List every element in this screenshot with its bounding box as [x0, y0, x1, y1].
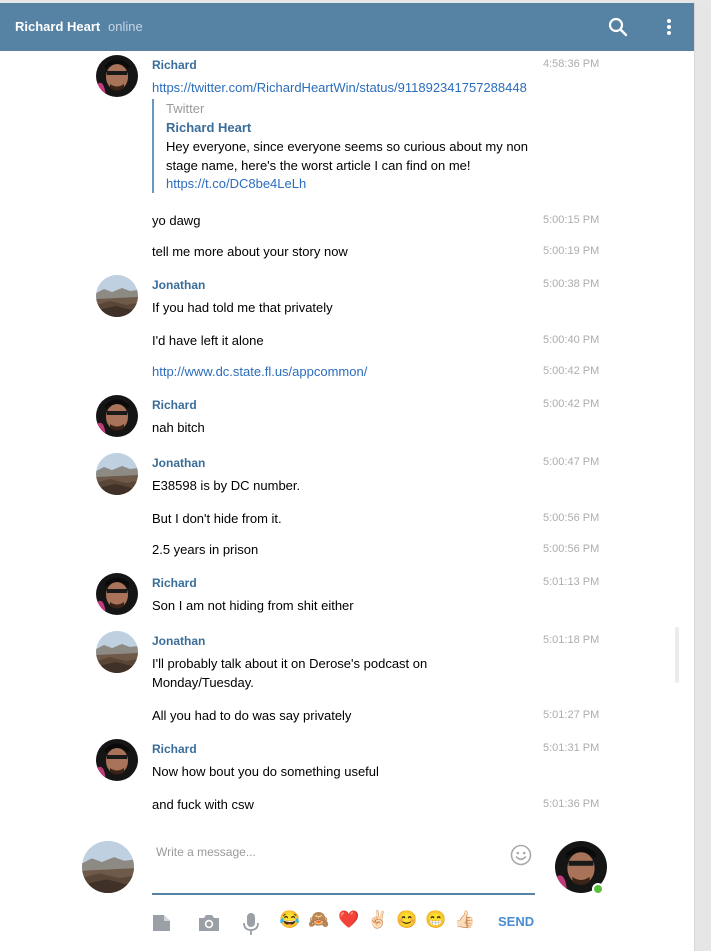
avatar-jonathan[interactable]	[96, 453, 138, 495]
message-time: 5:00:19 PM	[543, 245, 600, 257]
emoji-thumbs-up[interactable]: 👍🏻	[454, 909, 475, 931]
sender-name[interactable]: Jonathan	[152, 278, 205, 292]
message-text: Son I am not hiding from shit either	[152, 598, 354, 613]
scrollbar[interactable]	[675, 3, 711, 951]
sender-name[interactable]: Richard	[152, 58, 197, 72]
emoji-smile[interactable]: 😊	[396, 909, 417, 931]
message-text: yo dawg	[152, 213, 201, 228]
message-time: 5:01:13 PM	[543, 576, 600, 588]
emoji-grin[interactable]: 😁	[425, 909, 446, 931]
message-link[interactable]: https://twitter.com/RichardHeartWin/stat…	[152, 80, 527, 95]
message-time: 5:01:27 PM	[543, 709, 600, 721]
avatar-richard[interactable]	[96, 55, 138, 97]
avatar-jonathan[interactable]	[96, 631, 138, 673]
avatar-richard[interactable]	[96, 573, 138, 615]
message-text: E38598 is by DC number.	[152, 478, 301, 493]
message-time: 5:00:42 PM	[543, 398, 600, 410]
avatar-jonathan[interactable]	[96, 275, 138, 317]
message-text: nah bitch	[152, 420, 205, 435]
voice-record-icon[interactable]	[242, 912, 260, 936]
emoji-see-no-evil[interactable]: 🙈	[308, 909, 329, 931]
chat-header: Richard Heart online	[0, 3, 694, 51]
sender-name[interactable]: Richard	[152, 576, 197, 590]
message-text: I'll probably talk about it on Derose's …	[152, 656, 428, 690]
more-options-icon[interactable]	[660, 17, 678, 37]
message-time: 5:00:15 PM	[543, 214, 600, 226]
avatar-self[interactable]	[82, 841, 134, 893]
preview-link[interactable]: https://t.co/DC8be4LeLh	[166, 175, 532, 192]
message-text: tell me more about your story now	[152, 244, 348, 259]
attach-photo-icon[interactable]	[198, 914, 220, 932]
emoji-victory[interactable]: ✌🏻	[367, 909, 388, 931]
message-text: If you had told me that privately	[152, 300, 333, 315]
message-time: 5:00:56 PM	[543, 543, 600, 555]
message-composer: Write a message... 😂 🙈 ❤️ ✌🏻 😊 😁 👍🏻 SEND	[0, 831, 694, 951]
message-input-placeholder: Write a message...	[156, 845, 256, 859]
message-list: Richard 4:58:36 PM https://twitter.com/R…	[0, 51, 694, 831]
link-preview[interactable]: Twitter Richard Heart Hey everyone, sinc…	[152, 99, 532, 193]
preview-author: Richard Heart	[166, 120, 252, 135]
message-time: 5:01:31 PM	[543, 742, 600, 754]
online-indicator	[592, 883, 604, 895]
message-text: But I don't hide from it.	[152, 511, 282, 526]
message-input[interactable]: Write a message...	[152, 843, 535, 895]
sender-name[interactable]: Jonathan	[152, 456, 205, 470]
message-text: and fuck with csw	[152, 797, 254, 812]
sender-name[interactable]: Richard	[152, 742, 197, 756]
sender-name[interactable]: Richard	[152, 398, 197, 412]
emoji-joy[interactable]: 😂	[279, 909, 300, 931]
message-time: 5:00:38 PM	[543, 278, 600, 290]
message-time: 5:00:40 PM	[543, 334, 600, 346]
message-link[interactable]: http://www.dc.state.fl.us/appcommon/	[152, 364, 367, 379]
message-text: 2.5 years in prison	[152, 542, 259, 557]
preview-text: Hey everyone, since everyone seems so cu…	[166, 139, 529, 173]
send-button[interactable]: SEND	[498, 914, 534, 929]
message-time: 5:01:18 PM	[543, 634, 600, 646]
preview-source: Twitter	[166, 101, 205, 116]
online-status: online	[108, 19, 143, 34]
message-time: 5:00:56 PM	[543, 512, 600, 524]
message-text: All you had to do was say privately	[152, 708, 352, 723]
avatar-richard[interactable]	[96, 739, 138, 781]
message-time: 5:00:47 PM	[543, 456, 600, 468]
emoji-heart[interactable]: ❤️	[338, 909, 359, 931]
message-time: 5:01:36 PM	[543, 798, 600, 810]
chat-title[interactable]: Richard Heart	[15, 19, 100, 34]
avatar-richard[interactable]	[96, 395, 138, 437]
message-time: 4:58:36 PM	[543, 58, 600, 70]
message-time: 5:00:42 PM	[543, 365, 600, 377]
search-icon[interactable]	[608, 17, 628, 37]
emoji-picker-icon[interactable]	[510, 844, 532, 866]
message-text: I'd have left it alone	[152, 333, 264, 348]
attach-file-icon[interactable]	[152, 913, 172, 933]
sender-name[interactable]: Jonathan	[152, 634, 205, 648]
message-text: Now how bout you do something useful	[152, 764, 379, 779]
